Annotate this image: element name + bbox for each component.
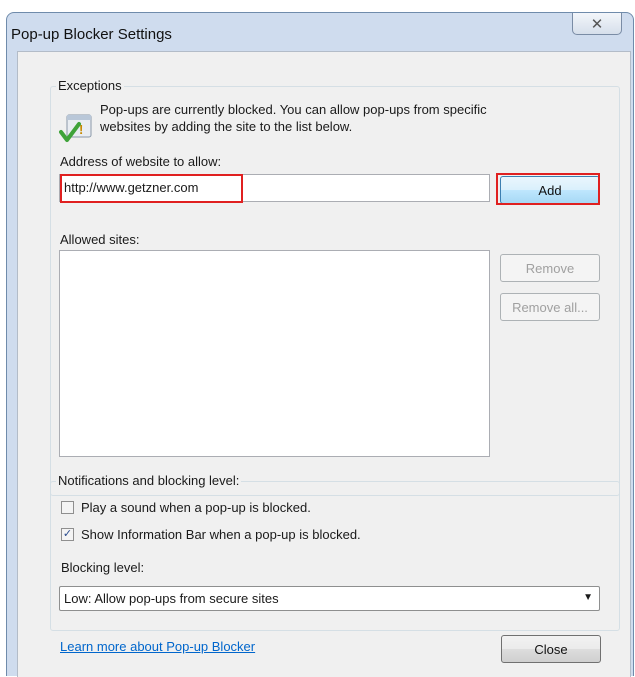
play-sound-checkbox[interactable]: [61, 501, 74, 514]
blocking-level-select[interactable]: Low: Allow pop-ups from secure sites ▼: [59, 586, 600, 611]
allowed-sites-list[interactable]: [59, 250, 490, 457]
address-highlight: [60, 174, 243, 203]
dialog-title: Pop-up Blocker Settings: [11, 26, 172, 43]
chevron-down-icon: ▼: [583, 592, 593, 603]
exceptions-legend: Exceptions: [56, 78, 124, 93]
dialog-window: Pop-up Blocker Settings ✕ Exceptions ! P…: [6, 12, 634, 677]
remove-button[interactable]: Remove: [500, 254, 600, 282]
info-text-line2: websites by adding the site to the list …: [100, 119, 353, 134]
blocking-level-value: Low: Allow pop-ups from secure sites: [64, 591, 279, 606]
blocking-level-label: Blocking level:: [61, 560, 145, 575]
dialog-client-area: Exceptions ! Pop-ups are currently block…: [17, 51, 631, 677]
add-highlight: [496, 173, 600, 205]
notifications-legend: Notifications and blocking level:: [56, 473, 242, 488]
remove-button-label: Remove: [525, 260, 575, 276]
close-button[interactable]: Close: [501, 635, 601, 663]
address-label: Address of website to allow:: [60, 154, 222, 169]
info-text-line1: Pop-ups are currently blocked. You can a…: [100, 102, 487, 117]
warning-shield-icon: !: [59, 114, 92, 142]
info-bar-label[interactable]: Show Information Bar when a pop-up is bl…: [81, 527, 361, 542]
remove-all-button[interactable]: Remove all...: [500, 293, 600, 321]
learn-more-link[interactable]: Learn more about Pop-up Blocker: [60, 639, 255, 654]
close-window-button[interactable]: ✕: [572, 13, 622, 35]
allowed-sites-label: Allowed sites:: [60, 232, 140, 247]
play-sound-label[interactable]: Play a sound when a pop-up is blocked.: [81, 500, 311, 515]
remove-all-button-label: Remove all...: [512, 299, 588, 315]
info-bar-checkbox[interactable]: ✓: [61, 528, 74, 541]
close-icon: ✕: [590, 15, 604, 33]
check-icon: ✓: [62, 528, 73, 540]
close-button-label: Close: [534, 641, 568, 657]
